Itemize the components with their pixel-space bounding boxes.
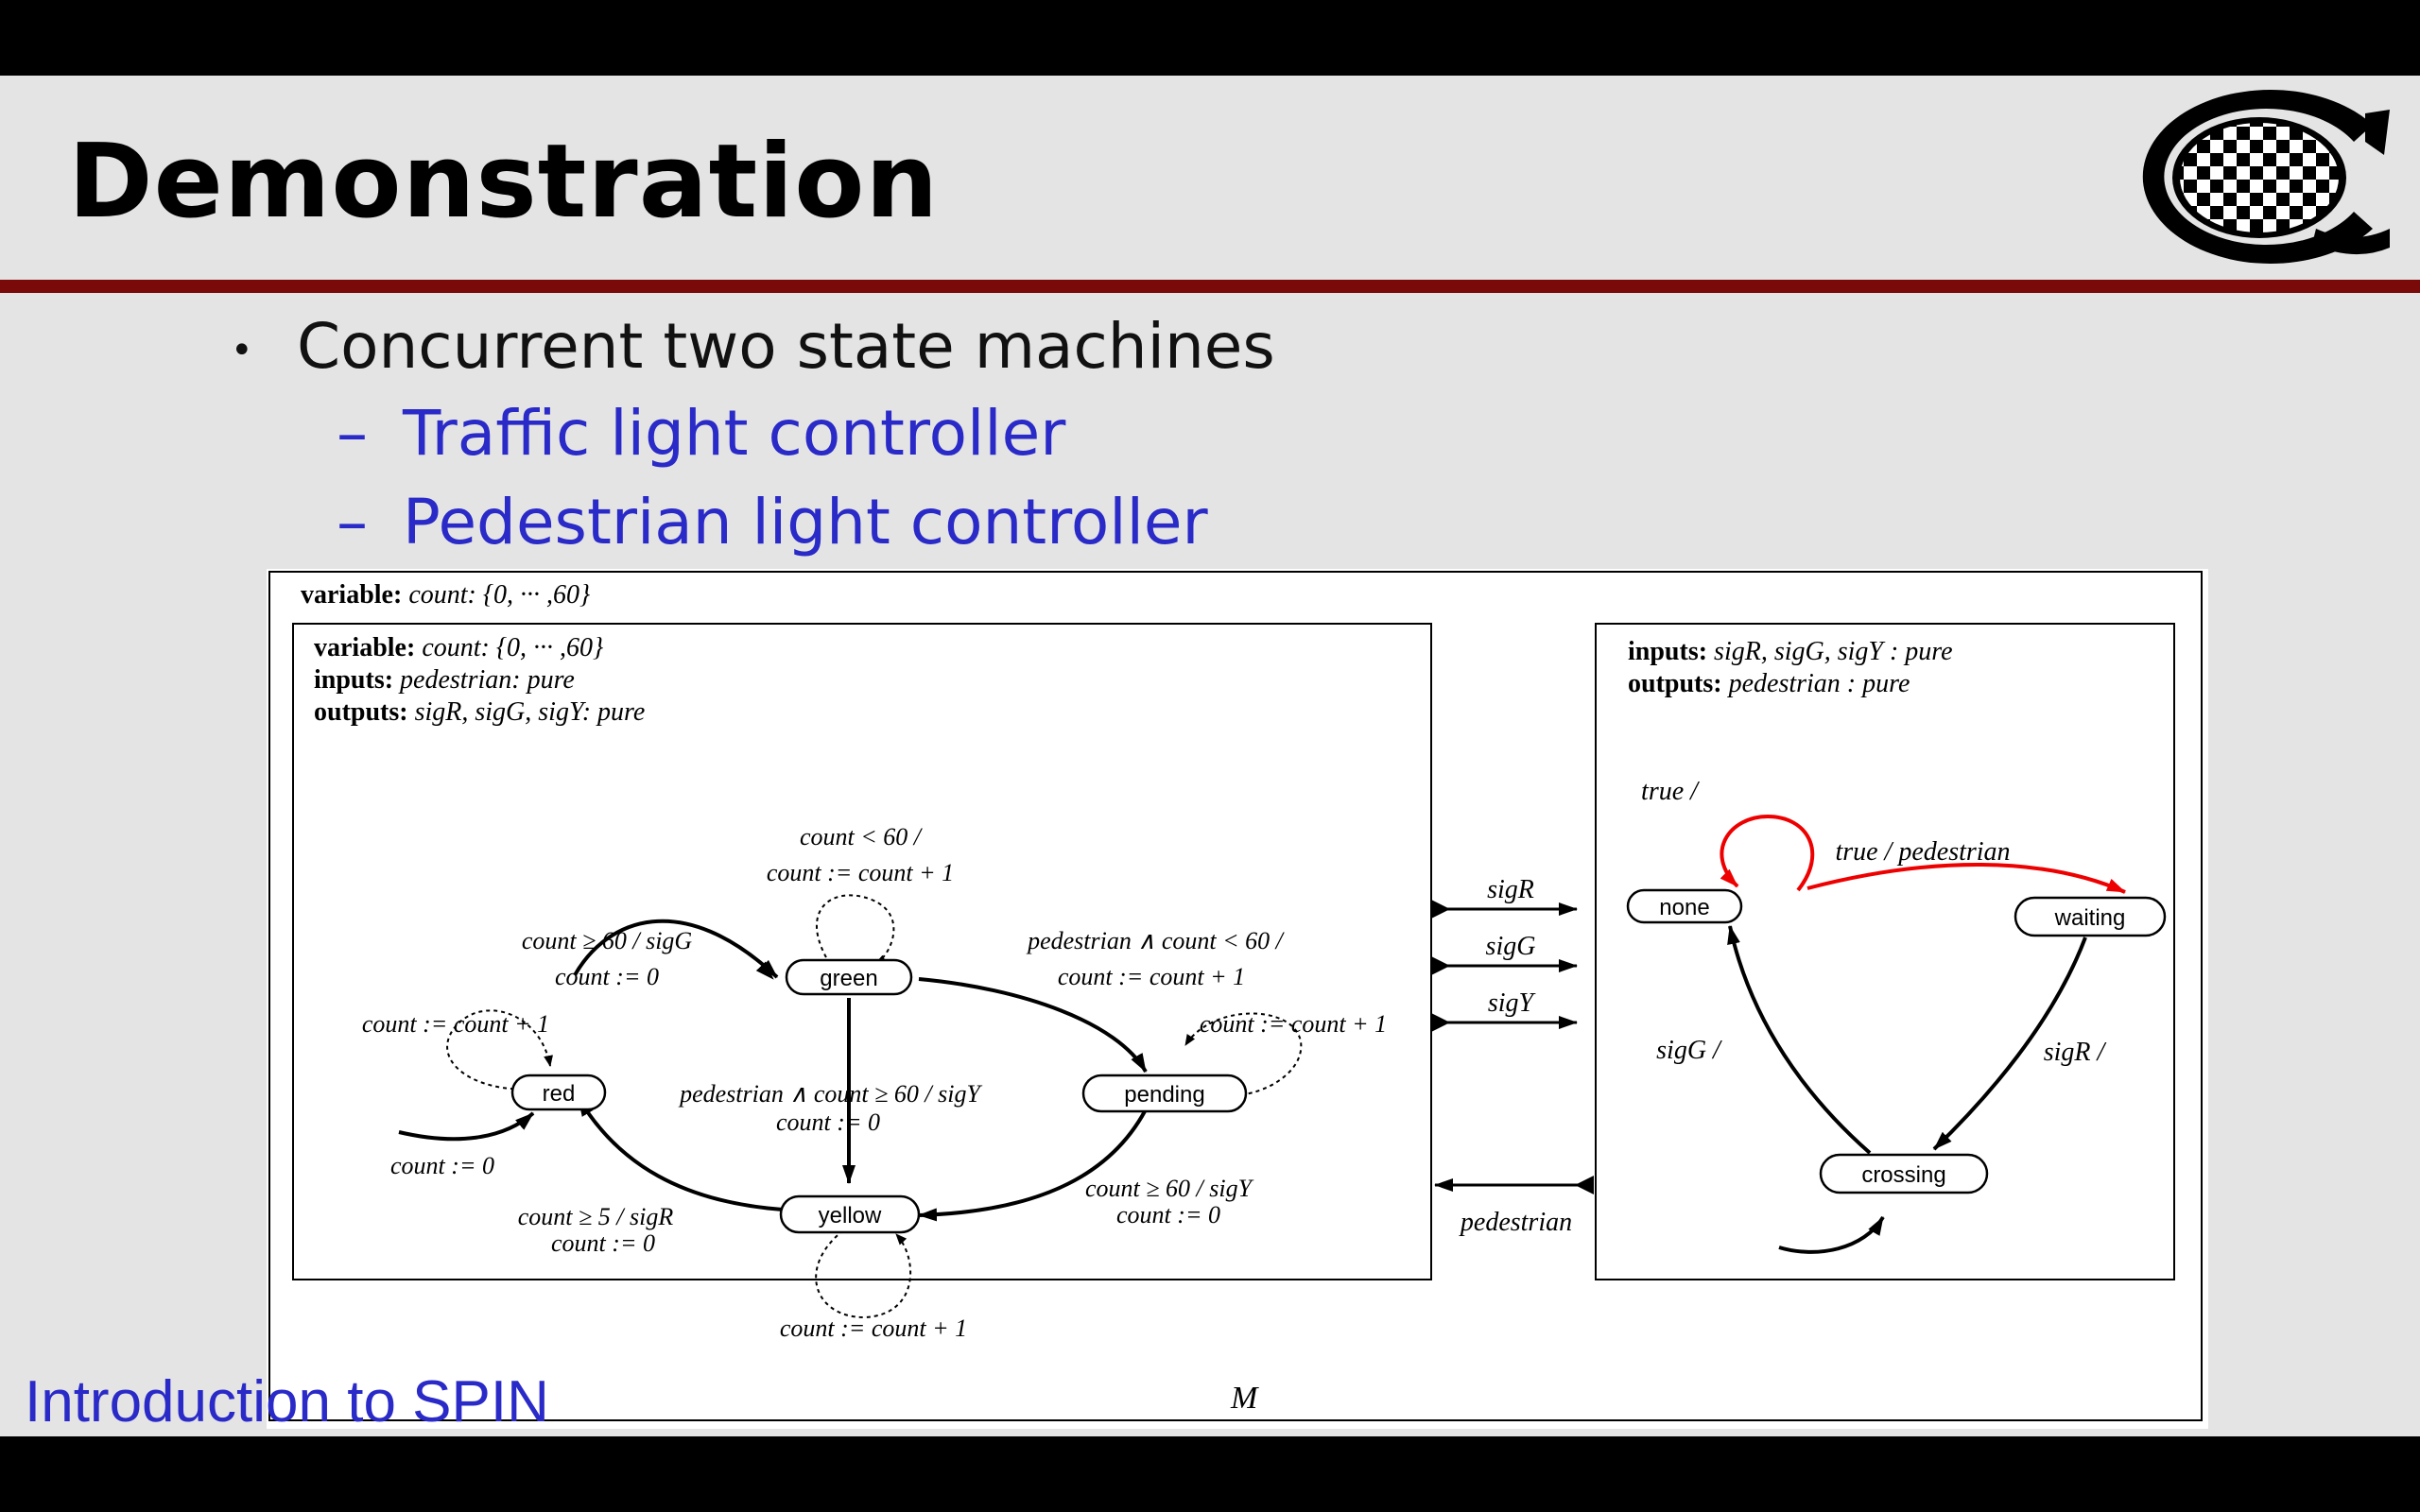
dash-icon: – — [337, 486, 368, 558]
connector-label-pedestrian: pedestrian — [1459, 1208, 1572, 1237]
label-red-initial: count := 0 — [390, 1152, 494, 1179]
traffic-header-line: outputs: sigR, sigG, sigY: pure — [314, 697, 645, 727]
label-pending-self: count := count + 1 — [1200, 1010, 1387, 1038]
subbullet-text: Pedestrian light controller — [403, 486, 1208, 558]
label-pending-yellow-guard: count ≥ 60 / sigY — [1085, 1175, 1254, 1202]
edge-crossing-to-none — [1727, 925, 1872, 1155]
edge-yellow-to-red — [577, 1096, 784, 1211]
pedestrian-header-line: inputs: sigR, sigG, sigY : pure — [1628, 637, 1953, 666]
bullet-item: • Concurrent two state machines — [231, 310, 1275, 383]
svg-text:none: none — [1659, 895, 1709, 920]
svg-text:green: green — [820, 966, 877, 991]
state-red: red — [510, 1074, 607, 1111]
svg-text:yellow: yellow — [819, 1203, 882, 1228]
label-red-green-guard: count ≥ 60 / sigG — [522, 927, 693, 954]
label-red-self: count := count + 1 — [362, 1010, 549, 1038]
label-crossing-none: sigG / — [1656, 1036, 1722, 1065]
label-green-yellow-action: count := 0 — [776, 1108, 880, 1136]
outer-variable-text: variable: count: {0, ··· ,60} — [301, 580, 590, 610]
traffic-header-line: variable: count: {0, ··· ,60} — [314, 633, 603, 662]
label-green-pending-action: count := count + 1 — [1058, 963, 1245, 990]
label-green-self-action: count := count + 1 — [767, 859, 954, 886]
label-pending-yellow-action: count := 0 — [1116, 1201, 1220, 1228]
edge-none-to-waiting — [1806, 862, 2126, 894]
label-none-self: true / — [1641, 777, 1700, 806]
label-green-yellow-guard: pedestrian ∧ count ≥ 60 / sigY — [678, 1080, 982, 1108]
footer-text: Introduction to SPIN — [25, 1369, 549, 1435]
subbullet-item: – Pedestrian light controller — [337, 486, 1208, 558]
subbullet-text: Traffic light controller — [403, 397, 1066, 470]
state-waiting: waiting — [2014, 896, 2167, 937]
logo-icon — [2142, 90, 2390, 264]
svg-text:waiting: waiting — [2054, 905, 2126, 931]
pedestrian-header-line: outputs: pedestrian : pure — [1628, 669, 1910, 698]
state-none: none — [1626, 888, 1743, 924]
label-yellow-red-action: count := 0 — [551, 1229, 655, 1257]
connector-label-sigY: sigY — [1488, 988, 1537, 1018]
edge-yellow-self — [815, 1229, 912, 1319]
state-crossing: crossing — [1819, 1153, 1989, 1194]
connector-label-sigR: sigR — [1487, 875, 1534, 904]
svg-text:crossing: crossing — [1861, 1162, 1945, 1188]
composition-label: M — [1230, 1381, 1259, 1416]
title-rule — [0, 280, 2420, 293]
label-green-self-guard: count < 60 / — [800, 823, 924, 850]
edge-crossing-initial — [1778, 1215, 1885, 1254]
dash-icon: – — [337, 397, 368, 470]
edge-red-initial — [398, 1111, 535, 1142]
svg-text:pending: pending — [1124, 1082, 1204, 1108]
traffic-header-line: inputs: pedestrian: pure — [314, 665, 575, 695]
bullet-dot-icon: • — [231, 328, 253, 372]
slide-title: Demonstration — [68, 123, 940, 241]
state-machine-figure: variable: count: {0, ··· ,60} M variable… — [267, 569, 2208, 1429]
label-none-waiting: true / pedestrian — [1835, 837, 2010, 867]
subbullet-item: – Traffic light controller — [337, 397, 1065, 470]
state-yellow: yellow — [779, 1194, 921, 1234]
slide: Demonstration • Concurrent two state mach… — [0, 76, 2420, 1436]
state-pending: pending — [1081, 1074, 1248, 1113]
edge-green-self — [816, 894, 895, 965]
svg-text:red: red — [543, 1081, 576, 1107]
label-green-pending-guard: pedestrian ∧ count < 60 / — [1026, 927, 1286, 954]
label-yellow-red-guard: count ≥ 5 / sigR — [518, 1203, 674, 1230]
label-yellow-self: count := count + 1 — [780, 1314, 967, 1342]
label-red-green-action: count := 0 — [555, 963, 659, 990]
state-green: green — [785, 958, 913, 996]
edge-none-self — [1725, 823, 1814, 890]
edge-green-to-pending — [918, 977, 1148, 1074]
bullet-text: Concurrent two state machines — [297, 310, 1275, 383]
label-waiting-crossing: sigR / — [2044, 1038, 2107, 1067]
state-machine-diagram: variable: count: {0, ··· ,60} M variable… — [268, 571, 2203, 1421]
connector-label-sigG: sigG — [1486, 932, 1536, 961]
